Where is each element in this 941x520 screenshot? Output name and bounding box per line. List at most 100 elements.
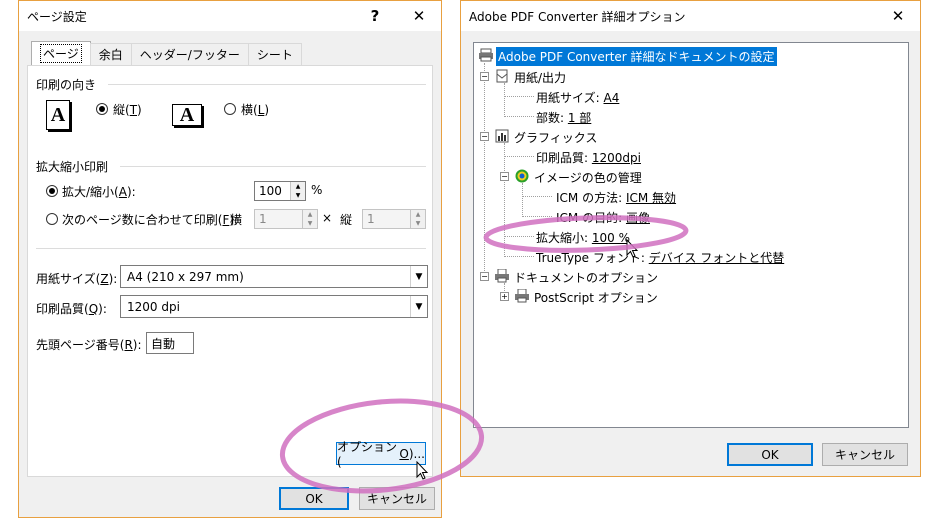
tree-icm-method[interactable]: ICM の方法: ICM 無効 <box>556 189 676 206</box>
collapse-doc-options[interactable]: − <box>480 272 489 281</box>
spin-up-icon[interactable]: ▲ <box>416 211 421 218</box>
tree-paper-size-value: A4 <box>603 91 620 105</box>
pdf-ok-button[interactable]: OK <box>727 443 813 466</box>
page-tab-panel: 印刷の向き A 縦(T) A 横(L) 拡大縮小印刷 拡大/縮小(A): 100… <box>27 65 433 477</box>
portrait-label[interactable]: 縦(T) <box>113 101 142 118</box>
pages-tall-arrows[interactable]: ▲ ▼ <box>410 210 425 228</box>
graphics-icon <box>495 129 509 143</box>
pdf-cancel-button[interactable]: キャンセル <box>822 443 908 466</box>
color-wheel-icon <box>515 169 529 183</box>
paper-output-icon <box>496 69 508 83</box>
landscape-icon: A <box>172 104 202 126</box>
tree-image-color[interactable]: イメージの色の管理 <box>534 169 642 186</box>
cancel-button[interactable]: キャンセル <box>359 487 435 510</box>
collapse-paper-output[interactable]: − <box>480 72 489 81</box>
collapse-graphics[interactable]: − <box>480 132 489 141</box>
chevron-down-icon[interactable]: ▼ <box>410 266 427 287</box>
pdf-advanced-dialog: Adobe PDF Converter 詳細オプション ✕ Adobe PDF … <box>460 0 921 477</box>
times-sign: × <box>322 211 333 225</box>
cancel-button-label: キャンセル <box>366 492 427 506</box>
close-button[interactable]: ✕ <box>397 1 441 31</box>
print-quality-dropdown[interactable]: 1200 dpi ▼ <box>120 295 428 318</box>
fit-to-text: 次のページ数に合わせて印刷( <box>62 213 223 227</box>
tree-icm-intent-label: ICM の目的: <box>556 211 626 225</box>
document-options-icon <box>495 269 509 283</box>
tree-doc-options[interactable]: ドキュメントのオプション <box>514 269 658 286</box>
adjust-to-suffix: ): <box>126 185 136 199</box>
pdf-close-button[interactable]: ✕ <box>876 1 920 31</box>
first-page-accel: R <box>124 338 133 352</box>
ok-button[interactable]: OK <box>279 487 349 510</box>
fit-to-label[interactable]: 次のページ数に合わせて印刷(F): <box>62 211 238 228</box>
landscape-label[interactable]: 横(L) <box>241 101 269 118</box>
options-button-suffix: )... <box>408 446 425 461</box>
paper-size-text: 用紙サイズ( <box>36 272 101 286</box>
tab-header-footer[interactable]: ヘッダー/フッター <box>130 43 249 65</box>
first-page-text: 先頭ページ番号( <box>36 338 125 352</box>
tab-sheet[interactable]: シート <box>247 43 302 65</box>
pages-wide-value: 1 <box>259 212 267 226</box>
tree-graphics[interactable]: グラフィックス <box>514 129 597 146</box>
adjust-to-accel: A <box>118 185 127 199</box>
tab-margins[interactable]: 余白 <box>89 43 132 65</box>
adjust-to-radio[interactable] <box>46 185 58 197</box>
first-page-input[interactable]: 自動 <box>146 332 194 354</box>
fit-to-radio[interactable] <box>46 213 58 225</box>
chevron-down-icon[interactable]: ▼ <box>410 296 427 317</box>
help-button[interactable]: ? <box>353 1 397 31</box>
spin-up-icon[interactable]: ▲ <box>308 211 313 218</box>
adjust-to-label[interactable]: 拡大/縮小(A): <box>62 183 136 200</box>
spin-down-icon[interactable]: ▼ <box>308 220 313 227</box>
close-icon: ✕ <box>891 7 905 25</box>
pages-wide-spinner[interactable]: 1 ▲ ▼ <box>254 209 318 229</box>
tab-sheet-label: シート <box>256 48 293 62</box>
first-page-value: 自動 <box>151 336 176 351</box>
portrait-icon: A <box>46 100 70 130</box>
tab-page[interactable]: ページ <box>31 41 91 65</box>
landscape-label-text: 横( <box>241 103 258 117</box>
pages-wide-label: 横 <box>230 213 243 227</box>
options-divider <box>36 248 426 249</box>
tree-scaling[interactable]: 拡大縮小: 100 % <box>536 229 630 246</box>
tree-icm-intent[interactable]: ICM の目的: 画像 <box>556 209 650 226</box>
pdf-advanced-titlebar: Adobe PDF Converter 詳細オプション <box>461 1 920 31</box>
options-button-accel: O <box>399 446 409 461</box>
scale-percent-spinner[interactable]: 100 ▲ ▼ <box>254 181 306 201</box>
print-quality-label: 印刷品質(Q): <box>36 300 107 317</box>
tree-print-quality-value: 1200dpi <box>591 151 641 165</box>
expand-postscript[interactable]: + <box>500 292 509 301</box>
portrait-radio[interactable] <box>96 103 108 115</box>
paper-size-label: 用紙サイズ(Z): <box>36 270 117 287</box>
spin-up-icon[interactable]: ▲ <box>296 183 301 190</box>
spin-down-icon[interactable]: ▼ <box>416 220 421 227</box>
pages-wide-arrows[interactable]: ▲ ▼ <box>302 210 317 228</box>
print-quality-value: 1200 dpi <box>127 299 180 314</box>
print-quality-suffix: ): <box>98 302 107 316</box>
settings-tree[interactable]: Adobe PDF Converter 詳細なドキュメントの設定 − 用紙/出力… <box>473 42 909 428</box>
page-setup-dialog: ページ設定 ? ✕ ページ 余白 ヘッダー/フッター シート 印刷の向き A 縦… <box>18 0 442 518</box>
spin-down-icon[interactable]: ▼ <box>296 192 301 199</box>
ok-button-label: OK <box>305 491 323 506</box>
scale-spinner-arrows[interactable]: ▲ ▼ <box>290 182 305 200</box>
tree-icm-method-label: ICM の方法: <box>556 191 626 205</box>
mouse-cursor-icon <box>416 461 429 480</box>
paper-size-dropdown[interactable]: A4 (210 x 297 mm) ▼ <box>120 265 428 288</box>
print-quality-accel: Q <box>88 302 99 316</box>
pages-tall-spinner[interactable]: 1 ▲ ▼ <box>362 209 426 229</box>
close-icon: ✕ <box>412 7 426 25</box>
tree-print-quality[interactable]: 印刷品質: 1200dpi <box>536 149 641 166</box>
tree-line <box>504 256 534 257</box>
printer-icon <box>479 48 493 62</box>
tree-copies-value: 1 部 <box>567 111 592 125</box>
tree-print-quality-label: 印刷品質: <box>536 151 592 165</box>
adjust-to-text: 拡大/縮小( <box>62 185 119 199</box>
tree-paper-size[interactable]: 用紙サイズ: A4 <box>536 89 619 106</box>
tree-paper-output[interactable]: 用紙/出力 <box>514 69 566 86</box>
tree-copies[interactable]: 部数: 1 部 <box>536 109 591 126</box>
collapse-image-color[interactable]: − <box>500 172 509 181</box>
tree-truetype[interactable]: TrueType フォント: デバイス フォントと代替 <box>536 249 784 266</box>
tree-postscript[interactable]: PostScript オプション <box>534 289 658 306</box>
tree-root[interactable]: Adobe PDF Converter 詳細なドキュメントの設定 <box>496 47 777 66</box>
landscape-radio[interactable] <box>224 103 236 115</box>
options-button[interactable]: オプション(O)... <box>336 440 426 469</box>
